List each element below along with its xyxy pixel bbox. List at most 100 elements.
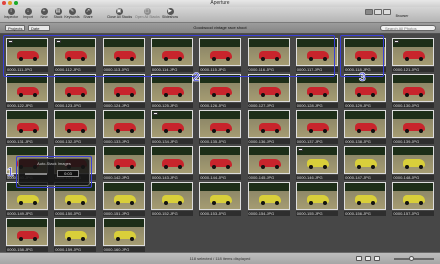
- tool-label: Close All Stacks: [107, 15, 133, 19]
- photo-thumbnail[interactable]: 0000-132.JPG: [54, 110, 97, 144]
- thumbnail-image: [6, 218, 48, 246]
- photo-thumbnail[interactable]: 0000-133.JPG: [102, 110, 145, 144]
- race-car-image: [65, 123, 88, 133]
- tool-label: Inspector: [3, 15, 19, 19]
- race-car-image: [355, 195, 378, 205]
- photo-thumbnail[interactable]: 0000-123.JPG: [54, 74, 97, 108]
- thumbnail-image: [6, 74, 48, 102]
- photo-filename: 0000-144.JPG: [199, 175, 242, 180]
- photo-thumbnail[interactable]: 0000-136.JPG: [247, 110, 290, 144]
- split-view-icon[interactable]: [374, 9, 382, 15]
- thumbnail-image: [392, 182, 435, 210]
- photo-thumbnail[interactable]: 0000-135.JPG: [199, 110, 242, 144]
- race-car-image: [355, 87, 378, 97]
- photo-thumbnail[interactable]: 0000-125.JPG: [150, 74, 193, 108]
- photo-thumbnail[interactable]: 0000-121.JPG: [392, 38, 435, 72]
- thumbnail-image: [392, 38, 435, 66]
- photo-thumbnail[interactable]: 0000-145.JPG: [247, 146, 290, 180]
- photo-thumbnail[interactable]: 0000-137.JPG: [295, 110, 338, 144]
- stack-icon: ▤: [54, 8, 62, 15]
- photo-thumbnail[interactable]: 0000-124.JPG: [102, 74, 145, 108]
- keywords-button[interactable]: ✎ Keywords: [64, 8, 80, 22]
- thumbnail-image: [54, 74, 97, 102]
- browser-label: Browser: [395, 14, 409, 18]
- photo-filename: 0000-149.JPG: [6, 211, 48, 216]
- thumbnail-image: [199, 110, 242, 138]
- share-button[interactable]: ↗ Share: [80, 8, 96, 22]
- photo-filename: 0000-127.JPG: [247, 103, 290, 108]
- photo-thumbnail[interactable]: 0000-155.JPG: [295, 182, 338, 216]
- photo-filename: 0000-126.JPG: [199, 103, 242, 108]
- photo-thumbnail[interactable]: 0000-142.JPG: [102, 146, 145, 180]
- photo-thumbnail[interactable]: 0000-130.JPG: [392, 74, 435, 108]
- slider-knob[interactable]: [409, 256, 414, 261]
- stack-badge-icon[interactable]: [152, 112, 158, 115]
- photo-filename: 0000-121.JPG: [392, 67, 435, 72]
- photo-thumbnail[interactable]: 0000-157.JPG: [392, 182, 435, 216]
- tool-label: Share: [83, 15, 93, 19]
- slideshow-icon: ▶: [166, 8, 174, 15]
- thumbnail-size-slider[interactable]: [394, 258, 434, 260]
- photo-filename: 0000-147.JPG: [344, 175, 387, 180]
- photo-thumbnail[interactable]: 0000-139.JPG: [392, 110, 435, 144]
- photo-thumbnail[interactable]: 0000-146.JPG: [295, 146, 338, 180]
- race-car-image: [306, 159, 329, 169]
- thumbnail-image: [392, 74, 435, 102]
- photo-thumbnail[interactable]: 0000-138.JPG: [344, 110, 387, 144]
- photo-thumbnail[interactable]: 0000-126.JPG: [199, 74, 242, 108]
- thumbnail-image: [392, 146, 435, 174]
- thumbnail-image: [199, 74, 242, 102]
- photo-thumbnail[interactable]: 0000-152.JPG: [150, 182, 193, 216]
- photo-filename: 0000-124.JPG: [102, 103, 145, 108]
- photo-thumbnail[interactable]: 0000-151.JPG: [102, 182, 145, 216]
- open-all-stacks-button[interactable]: ▢ Open All Stacks: [135, 8, 160, 22]
- photo-thumbnail[interactable]: 0000-131.JPG: [6, 110, 48, 144]
- thumbnail-image: [150, 74, 193, 102]
- photo-thumbnail[interactable]: 0000-148.JPG: [392, 146, 435, 180]
- close-all-stacks-button[interactable]: ▣ Close All Stacks: [107, 8, 133, 22]
- stack-badge-icon[interactable]: [394, 40, 400, 43]
- thumbnail-image: [247, 74, 290, 102]
- race-car-image: [113, 159, 136, 169]
- auto-stack-slider[interactable]: [25, 173, 47, 175]
- photo-thumbnail[interactable]: 0000-153.JPG: [199, 182, 242, 216]
- photo-thumbnail[interactable]: 0000-156.JPG: [344, 182, 387, 216]
- race-car-image: [113, 231, 136, 241]
- photo-thumbnail[interactable]: 0000-154.JPG: [247, 182, 290, 216]
- hud-title: Auto-Stack Images: [37, 161, 71, 166]
- photo-thumbnail[interactable]: 0000-134.JPG: [150, 110, 193, 144]
- photo-filename: 0000-134.JPG: [150, 139, 193, 144]
- stack-badge-icon[interactable]: [297, 148, 303, 151]
- callout-3: 3: [359, 70, 366, 85]
- photo-filename: 0000-125.JPG: [150, 103, 193, 108]
- photo-thumbnail[interactable]: 0000-160.JPG: [102, 218, 145, 252]
- photo-thumbnail[interactable]: 0000-144.JPG: [199, 146, 242, 180]
- race-car-image: [65, 231, 88, 241]
- thumbnail-image: [102, 218, 145, 246]
- photo-thumbnail[interactable]: 0000-147.JPG: [344, 146, 387, 180]
- import-icon: ↓: [24, 8, 32, 15]
- photo-thumbnail[interactable]: 0000-122.JPG: [6, 74, 48, 108]
- thumbnail-image: [199, 146, 242, 174]
- photo-filename: 0000-150.JPG: [54, 211, 97, 216]
- search-input[interactable]: Search All Photos: [380, 25, 436, 31]
- photo-filename: 0000-145.JPG: [247, 175, 290, 180]
- race-car-image: [258, 195, 281, 205]
- inspector-button[interactable]: i Inspector: [3, 8, 19, 22]
- import-button[interactable]: ↓ Import: [20, 8, 36, 22]
- thumbnail-image: [247, 110, 290, 138]
- photo-thumbnail[interactable]: 0000-158.JPG: [6, 218, 48, 252]
- photo-filename: 0000-136.JPG: [247, 139, 290, 144]
- photo-thumbnail[interactable]: 0000-159.JPG: [54, 218, 97, 252]
- tool-label: Keywords: [64, 15, 80, 19]
- viewer-icon[interactable]: [383, 9, 391, 15]
- auto-stack-value[interactable]: 0:03: [57, 170, 79, 177]
- photo-thumbnail[interactable]: 0000-128.JPG: [295, 74, 338, 108]
- photo-thumbnail[interactable]: 0000-127.JPG: [247, 74, 290, 108]
- race-car-image: [306, 87, 329, 97]
- photo-thumbnail[interactable]: 0000-143.JPG: [150, 146, 193, 180]
- grid-view-icon[interactable]: [365, 9, 373, 15]
- slideshow-button[interactable]: ▶ Slideshow: [161, 8, 179, 22]
- photo-filename: 0000-152.JPG: [150, 211, 193, 216]
- race-car-image: [306, 195, 329, 205]
